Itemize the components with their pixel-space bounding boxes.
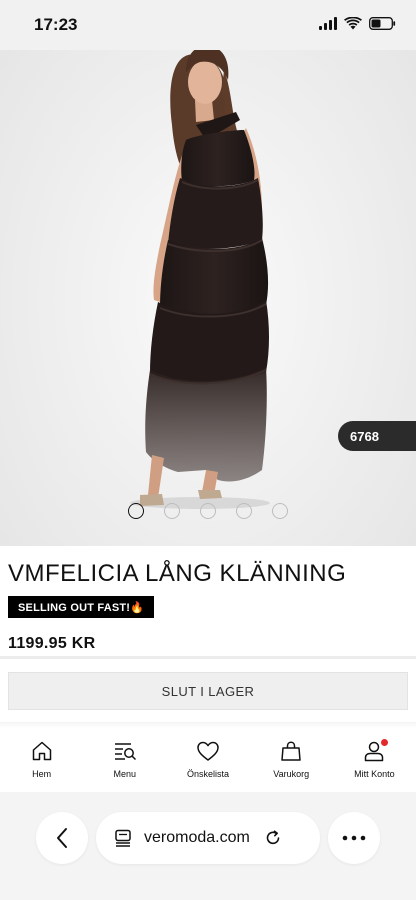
- page-menu-icon: [115, 829, 131, 847]
- browser-back-button[interactable]: [36, 812, 88, 864]
- nav-menu[interactable]: Menu: [83, 728, 166, 788]
- product-title: VMFELICIA LÅNG KLÄNNING: [8, 560, 347, 587]
- chevron-left-icon: [57, 828, 67, 848]
- browser-toolbar: veromoda.com: [0, 792, 416, 900]
- selling-out-badge: SELLING OUT FAST!🔥: [8, 596, 155, 618]
- carousel-dot[interactable]: [128, 503, 144, 519]
- product-page: 6768 17:23 VMFELICIA LÅNG KLÄNNING SELLI…: [0, 0, 416, 900]
- nav-cart-label: Varukorg: [273, 769, 310, 779]
- nav-account-label: Mitt Konto: [354, 769, 395, 779]
- browser-more-button[interactable]: [328, 812, 380, 864]
- carousel-dot[interactable]: [164, 503, 180, 519]
- image-counter-badge: 6768: [338, 421, 416, 451]
- carousel-dot[interactable]: [272, 503, 288, 519]
- bag-icon: [281, 741, 301, 761]
- status-icons: [319, 17, 396, 30]
- nav-cart[interactable]: Varukorg: [250, 728, 333, 788]
- reload-icon[interactable]: [264, 829, 282, 847]
- out-of-stock-label: SLUT I LAGER: [161, 683, 255, 699]
- nav-menu-label: Menu: [113, 769, 137, 779]
- product-price: 1199.95 KR: [8, 635, 96, 652]
- carousel-dot[interactable]: [200, 503, 216, 519]
- menu-search-icon: [114, 743, 136, 761]
- wifi-icon: [344, 17, 362, 30]
- nav-home-label: Hem: [32, 769, 52, 779]
- status-time: 17:23: [34, 15, 78, 34]
- url-text: veromoda.com: [144, 829, 250, 846]
- selling-out-badge-text: SELLING OUT FAST!🔥: [18, 601, 145, 614]
- out-of-stock-button[interactable]: SLUT I LAGER: [8, 672, 408, 710]
- nav-account[interactable]: Mitt Konto: [333, 728, 416, 788]
- status-bar: 17:23: [0, 0, 416, 50]
- address-bar[interactable]: veromoda.com: [96, 812, 320, 864]
- image-counter-text: 6768: [350, 428, 379, 444]
- product-photo: [130, 45, 270, 509]
- carousel-dot[interactable]: [236, 503, 252, 519]
- heart-icon: [197, 741, 219, 761]
- battery-icon: [369, 17, 396, 30]
- more-icon: [342, 835, 366, 841]
- nav-home[interactable]: Hem: [0, 728, 83, 788]
- cellular-signal-icon: [319, 17, 337, 30]
- product-image-carousel[interactable]: 6768: [0, 0, 416, 546]
- home-icon: [32, 741, 51, 761]
- nav-wishlist-label: Önskelista: [186, 769, 230, 779]
- divider: [0, 656, 416, 659]
- carousel-pagination: [128, 503, 288, 519]
- notification-dot: [381, 739, 389, 746]
- nav-wishlist[interactable]: Önskelista: [166, 728, 249, 788]
- bottom-navigation: Hem Menu Önskelista Varukorg Mitt Konto: [0, 728, 416, 788]
